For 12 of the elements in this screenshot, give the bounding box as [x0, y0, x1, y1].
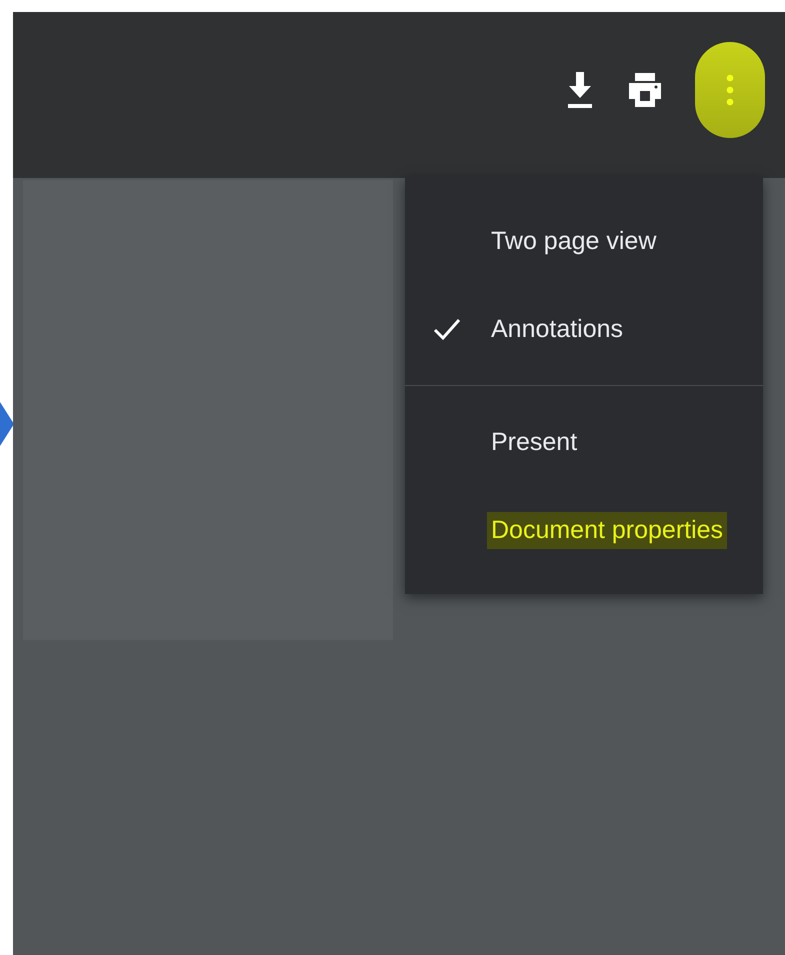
arrow-icon: [0, 402, 14, 446]
more-icon: [726, 72, 734, 108]
menu-item-label: Two page view: [490, 226, 658, 256]
download-icon[interactable]: [565, 70, 595, 110]
menu-item[interactable]: Annotations: [405, 285, 763, 373]
menu-item-label: Annotations: [490, 314, 624, 344]
menu-item-label: Present: [490, 426, 578, 458]
menu-item[interactable]: Present: [405, 398, 763, 486]
menu-item[interactable]: Two page view: [405, 197, 763, 285]
menu-item-label: Document properties: [487, 512, 728, 548]
menu-item[interactable]: Document properties: [405, 486, 763, 574]
print-icon[interactable]: [627, 71, 663, 109]
